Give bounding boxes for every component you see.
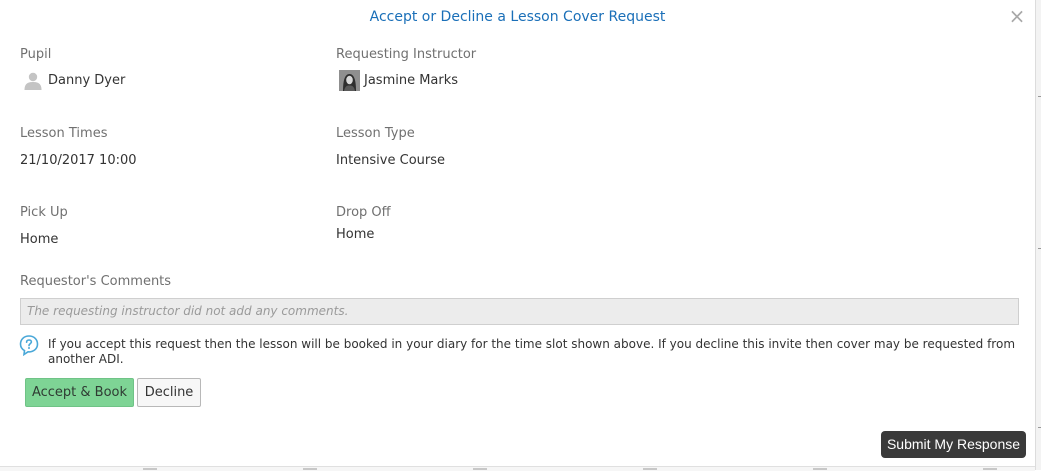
lesson-cover-dialog: Accept or Decline a Lesson Cover Request… — [0, 0, 1035, 470]
accept-and-book-button[interactable]: Accept & Book — [25, 378, 134, 407]
pupil-label: Pupil — [20, 47, 52, 62]
decline-button[interactable]: Decline — [137, 378, 201, 407]
drop-off-value: Home — [336, 227, 375, 242]
pick-up-label: Pick Up — [20, 205, 68, 220]
requesting-instructor-label: Requesting Instructor — [336, 47, 477, 62]
background-page-edge — [0, 466, 1035, 471]
close-icon[interactable]: × — [1006, 5, 1028, 27]
drop-off-label: Drop Off — [336, 205, 391, 220]
pupil-name: Danny Dyer — [48, 73, 126, 88]
lesson-type-label: Lesson Type — [336, 126, 415, 141]
lesson-times-value: 21/10/2017 10:00 — [20, 153, 137, 168]
requesting-instructor-name: Jasmine Marks — [364, 73, 459, 88]
lesson-times-label: Lesson Times — [20, 126, 108, 141]
avatar — [339, 70, 360, 91]
comments-field: The requesting instructor did not add an… — [20, 298, 1019, 325]
dialog-title: Accept or Decline a Lesson Cover Request — [369, 9, 666, 25]
comments-label: Requestor's Comments — [20, 274, 172, 289]
help-icon — [19, 335, 39, 356]
person-icon — [24, 72, 42, 90]
info-text: If you accept this request then the less… — [48, 337, 1016, 366]
lesson-type-value: Intensive Course — [336, 153, 446, 168]
submit-response-button[interactable]: Submit My Response — [881, 431, 1026, 458]
pick-up-value: Home — [20, 232, 59, 247]
page-scrollbar-edge — [1035, 0, 1041, 470]
